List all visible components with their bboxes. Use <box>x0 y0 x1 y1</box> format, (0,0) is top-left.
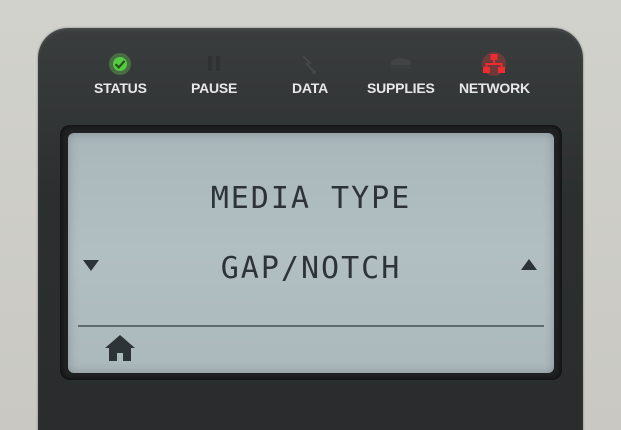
down-arrow-icon[interactable] <box>82 257 100 276</box>
up-arrow-icon[interactable] <box>520 257 538 276</box>
supplies-label: SUPPLIES <box>367 80 435 96</box>
menu-title: MEDIA TYPE <box>210 181 412 216</box>
supplies-icon <box>384 50 418 78</box>
pause-icon <box>197 50 231 78</box>
status-indicator: STATUS <box>94 50 147 96</box>
network-label: NETWORK <box>459 80 530 96</box>
pause-label: PAUSE <box>191 80 238 96</box>
display-divider <box>78 325 544 327</box>
status-label: STATUS <box>94 80 147 96</box>
pause-indicator: PAUSE <box>191 50 237 96</box>
data-indicator: DATA <box>292 50 328 96</box>
status-icon <box>103 50 137 78</box>
data-icon <box>293 50 327 78</box>
supplies-indicator: SUPPLIES <box>367 50 435 96</box>
network-icon <box>477 50 511 78</box>
menu-value: GAP/NOTCH <box>220 251 402 286</box>
home-icon[interactable] <box>104 334 136 366</box>
lcd-display: MEDIA TYPE GAP/NOTCH <box>68 133 554 373</box>
data-label: DATA <box>292 80 329 96</box>
network-indicator: NETWORK <box>459 50 530 96</box>
